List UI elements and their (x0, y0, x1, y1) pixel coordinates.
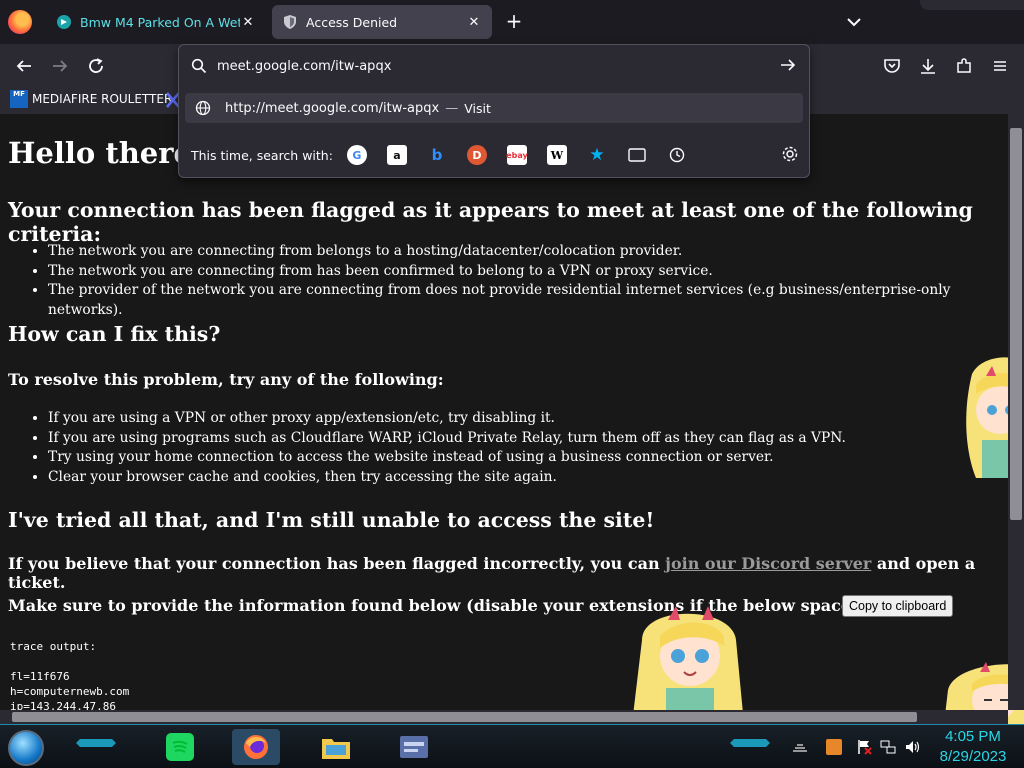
bing-icon[interactable]: b (427, 145, 447, 165)
google-icon[interactable]: G (346, 145, 367, 165)
go-arrow-icon[interactable] (779, 56, 797, 78)
tabs-icon[interactable] (627, 145, 647, 165)
flag-icon[interactable] (856, 739, 872, 755)
bookmarks-star-icon[interactable]: ★ (587, 145, 607, 165)
flagged-heading: Your connection has been flagged as it a… (8, 198, 973, 246)
duckduckgo-icon[interactable]: D (466, 145, 487, 165)
close-tab-icon[interactable]: ✕ (240, 15, 256, 30)
network-icon[interactable] (880, 739, 896, 755)
back-arrow-icon[interactable] (10, 52, 38, 80)
still-unable-heading: I've tried all that, and I'm still unabl… (8, 508, 655, 532)
list-tabs-chevron-icon[interactable] (842, 10, 866, 34)
new-tab-button[interactable]: + (502, 10, 526, 34)
reload-icon[interactable] (82, 52, 110, 80)
taskbar-decoration-icon (730, 739, 770, 747)
horizontal-scrollbar-thumb[interactable] (12, 712, 917, 722)
list-item: Clear your browser cache and cookies, th… (48, 468, 846, 488)
criteria-list: The network you are connecting from belo… (48, 242, 1008, 320)
page-title: Hello there! (8, 136, 205, 170)
tab-title: Access Denied (306, 14, 398, 30)
provide-info-text: Make sure to provide the information fou… (8, 596, 946, 615)
search-engine-one-offs: This time, search with: G a b D ebay W ★ (179, 133, 809, 177)
tab-bmw[interactable]: Bmw M4 Parked On A Wet Road ✕ (46, 5, 266, 39)
globe-icon (195, 100, 211, 116)
url-input[interactable] (217, 56, 757, 76)
taskbar: 4:05 PM 8/29/2023 (0, 724, 1024, 768)
taskbar-decoration-icon (76, 739, 116, 747)
list-item: The network you are connecting from has … (48, 262, 1008, 282)
spotify-icon[interactable] (156, 729, 204, 765)
search-with-label: This time, search with: (191, 147, 333, 163)
incorrect-pre-text: If you believe that your connection has … (8, 554, 666, 573)
list-item: If you are using programs such as Cloudf… (48, 429, 846, 449)
downloads-icon[interactable] (914, 52, 942, 80)
bookmark-mediafire-rouletter[interactable]: MF MEDIAFIRE ROULETTER (10, 90, 172, 108)
discord-link[interactable]: join our Discord server (665, 554, 871, 573)
url-input-row (179, 45, 809, 87)
titlebar-decoration (920, 0, 1024, 10)
fix-heading: How can I fix this? (8, 322, 221, 346)
ebay-icon[interactable]: ebay (506, 145, 528, 165)
vertical-scrollbar-thumb[interactable] (1010, 128, 1022, 520)
start-orb-icon[interactable] (8, 730, 44, 766)
tray-app-icon[interactable] (826, 739, 842, 755)
incorrect-flag-text: If you believe that your connection has … (8, 554, 1008, 592)
clock-date[interactable]: 8/29/2023 (930, 748, 1016, 765)
tab-access-denied[interactable]: Access Denied ✕ (272, 5, 492, 39)
globe-cyan-icon (56, 14, 72, 30)
history-icon[interactable] (667, 145, 687, 165)
search-icon (191, 58, 207, 78)
url-dropdown-panel: http://meet.google.com/itw-apqx — Visit … (178, 44, 810, 178)
wikipedia-icon[interactable]: W (546, 145, 567, 165)
firefox-menu-icon[interactable] (8, 10, 32, 34)
forward-arrow-icon[interactable] (46, 52, 74, 80)
window-app-icon[interactable] (390, 729, 438, 765)
list-item: The provider of the network you are conn… (48, 281, 1008, 320)
suggestion-action: Visit (464, 100, 491, 116)
amazon-icon[interactable]: a (386, 145, 407, 165)
page-content: Hello there! Your connection has been fl… (0, 114, 1008, 710)
url-suggestion-row[interactable]: http://meet.google.com/itw-apqx — Visit (185, 93, 803, 123)
mediafire-bookmark-icon: MF (10, 90, 28, 108)
list-item: The network you are connecting from belo… (48, 242, 1008, 262)
firefox-icon[interactable] (232, 729, 280, 765)
suggestion-url: http://meet.google.com/itw-apqx (225, 100, 440, 116)
tab-strip: Bmw M4 Parked On A Wet Road ✕ Access Den… (0, 0, 1024, 44)
tray-stack-icon[interactable] (792, 739, 808, 755)
cartoon-girl-sticker-icon (632, 600, 744, 728)
tab-title: Bmw M4 Parked On A Wet Road (80, 14, 240, 30)
fixes-list: If you are using a VPN or other proxy ap… (48, 409, 846, 487)
trace-output: trace output: fl=11f676 h=computernewb.c… (10, 640, 130, 710)
list-item: Try using your home connection to access… (48, 448, 846, 468)
pocket-icon[interactable] (878, 52, 906, 80)
volume-icon[interactable] (904, 739, 920, 755)
close-tab-icon[interactable]: ✕ (466, 15, 482, 30)
resolve-heading: To resolve this problem, try any of the … (8, 370, 444, 389)
gear-icon[interactable] (781, 145, 799, 167)
copy-to-clipboard-button[interactable]: Copy to clipboard (842, 595, 954, 617)
shield-icon (282, 14, 298, 30)
file-explorer-icon[interactable] (312, 729, 360, 765)
extensions-icon[interactable] (950, 52, 978, 80)
clock-time[interactable]: 4:05 PM (938, 728, 1008, 745)
bookmark-label: MEDIAFIRE ROULETTER (32, 92, 173, 106)
suggestion-separator: — (445, 100, 459, 116)
list-item: If you are using a VPN or other proxy ap… (48, 409, 846, 429)
hamburger-menu-icon[interactable] (986, 52, 1014, 80)
